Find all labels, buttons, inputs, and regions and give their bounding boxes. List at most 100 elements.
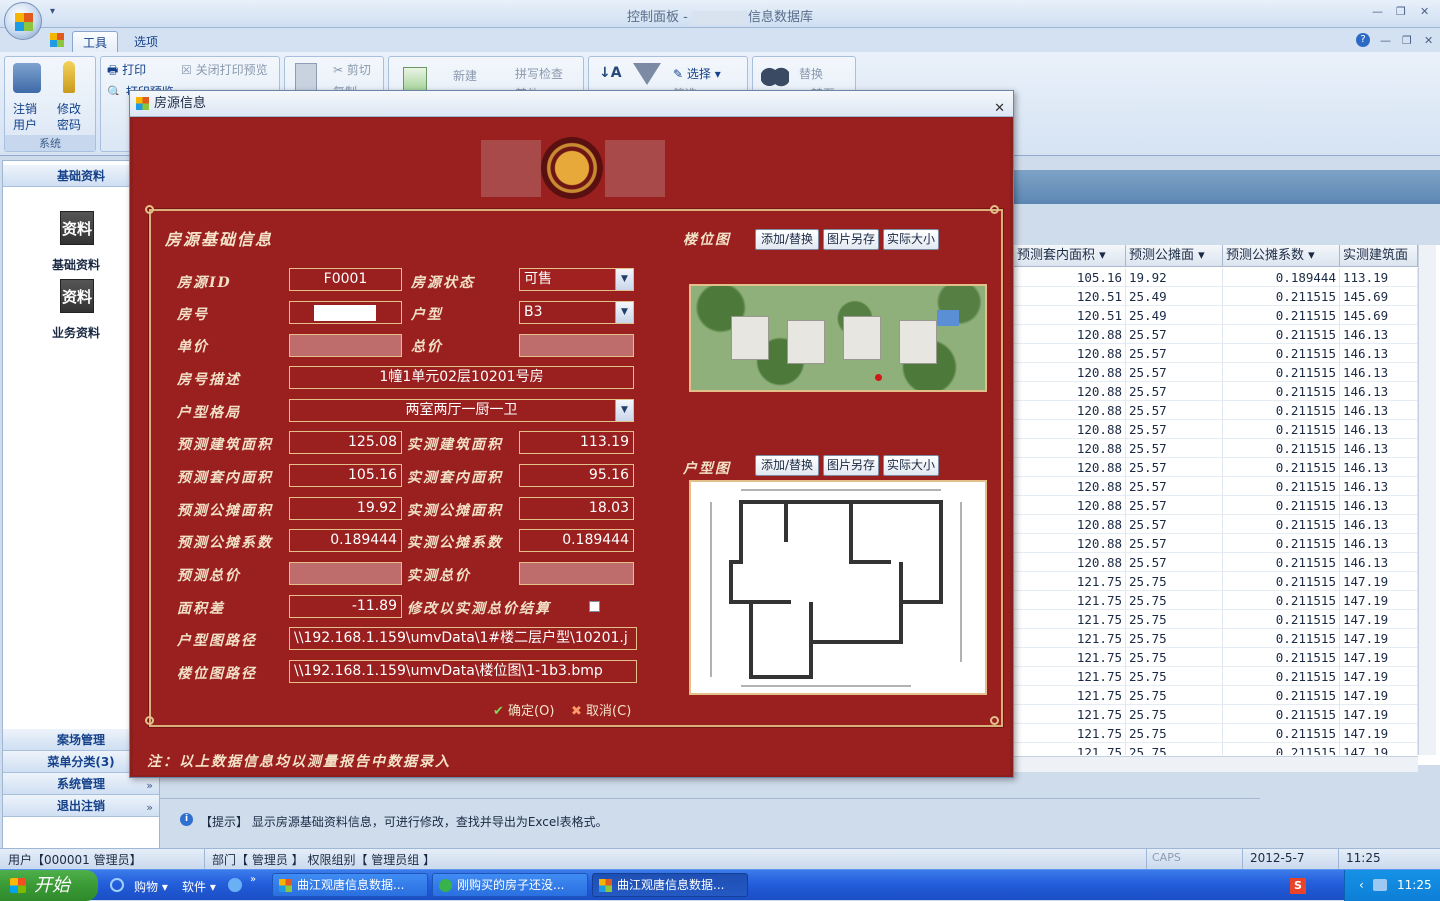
table-cell[interactable]: 0.211515	[1223, 553, 1340, 572]
floor-plan-add-button[interactable]: 添加/替换	[755, 455, 819, 476]
start-button[interactable]: 开始	[0, 870, 98, 901]
real-inner-area-field[interactable]: 95.16	[519, 464, 634, 487]
table-cell[interactable]: 146.13	[1340, 496, 1418, 515]
table-row[interactable]: 120.88 25.57 0.211515 146.13	[1014, 439, 1418, 458]
table-cell[interactable]: 25.57	[1126, 496, 1223, 515]
table-row[interactable]: 120.88 25.57 0.211515 146.13	[1014, 477, 1418, 496]
taskbar-task-active[interactable]: 曲江观唐信息数据...	[592, 873, 748, 897]
table-cell[interactable]: 0.211515	[1223, 458, 1340, 477]
real-share-area-field[interactable]: 18.03	[519, 497, 634, 520]
table-cell[interactable]: 146.13	[1340, 344, 1418, 363]
table-cell[interactable]: 25.57	[1126, 420, 1223, 439]
table-row[interactable]: 121.75 25.75 0.211515 147.19	[1014, 572, 1418, 591]
table-cell[interactable]: 0.211515	[1223, 610, 1340, 629]
table-cell[interactable]: 25.75	[1126, 724, 1223, 743]
binoculars-icon[interactable]	[761, 67, 789, 87]
table-row[interactable]: 120.88 25.57 0.211515 146.13	[1014, 325, 1418, 344]
table-cell[interactable]: 0.211515	[1223, 724, 1340, 743]
table-row[interactable]: 120.88 25.57 0.211515 146.13	[1014, 496, 1418, 515]
table-cell[interactable]: 25.75	[1126, 743, 1223, 755]
table-cell[interactable]: 120.88	[1014, 325, 1126, 344]
real-total-price-field[interactable]	[519, 562, 634, 585]
table-row[interactable]: 120.88 25.57 0.211515 146.13	[1014, 363, 1418, 382]
table-row[interactable]: 120.88 25.57 0.211515 146.13	[1014, 534, 1418, 553]
total-price-field[interactable]	[519, 334, 634, 357]
table-cell[interactable]: 25.57	[1126, 382, 1223, 401]
network-icon[interactable]	[1373, 879, 1387, 891]
taskbar-task[interactable]: 刚购买的房子还没...	[432, 873, 588, 897]
column-header[interactable]: 预测套内面积 ▾	[1014, 245, 1126, 267]
browser-icon[interactable]	[228, 878, 242, 892]
pred-share-coef-field[interactable]: 0.189444	[289, 529, 402, 552]
table-cell[interactable]: 120.88	[1014, 439, 1126, 458]
house-id-field[interactable]: F0001	[289, 268, 402, 291]
cancel-button[interactable]: ✖ 取消(C)	[571, 700, 631, 719]
table-cell[interactable]: 25.57	[1126, 458, 1223, 477]
inner-close-icon[interactable]: ✕	[1424, 34, 1433, 47]
pred-inner-area-field[interactable]: 105.16	[289, 464, 402, 487]
table-cell[interactable]: 147.19	[1340, 610, 1418, 629]
table-cell[interactable]: 0.211515	[1223, 591, 1340, 610]
table-row[interactable]: 120.88 25.57 0.211515 146.13	[1014, 553, 1418, 572]
table-row[interactable]: 121.75 25.75 0.211515 147.19	[1014, 648, 1418, 667]
table-cell[interactable]: 0.211515	[1223, 648, 1340, 667]
select-button[interactable]: ✎ 选择 ▾	[673, 65, 721, 82]
table-cell[interactable]: 146.13	[1340, 534, 1418, 553]
vertical-scrollbar[interactable]	[1418, 245, 1436, 755]
table-cell[interactable]: 147.19	[1340, 629, 1418, 648]
sort-icon[interactable]: ↓A	[599, 65, 622, 81]
tab-options[interactable]: 选项	[124, 31, 168, 52]
table-cell[interactable]: 25.57	[1126, 515, 1223, 534]
table-cell[interactable]: 147.19	[1340, 648, 1418, 667]
table-cell[interactable]: 0.211515	[1223, 534, 1340, 553]
table-cell[interactable]: 0.211515	[1223, 363, 1340, 382]
settle-by-real-checkbox[interactable]	[589, 601, 600, 612]
table-cell[interactable]: 147.19	[1340, 572, 1418, 591]
table-row[interactable]: 120.88 25.57 0.211515 146.13	[1014, 401, 1418, 420]
table-cell[interactable]: 25.75	[1126, 705, 1223, 724]
table-cell[interactable]: 121.75	[1014, 572, 1126, 591]
table-cell[interactable]: 121.75	[1014, 610, 1126, 629]
table-cell[interactable]: 120.88	[1014, 515, 1126, 534]
table-row[interactable]: 120.88 25.57 0.211515 146.13	[1014, 420, 1418, 439]
table-cell[interactable]: 25.57	[1126, 553, 1223, 572]
new-record-button[interactable]: 新建	[453, 67, 477, 84]
quick-launch-shopping[interactable]: 购物 ▾	[134, 878, 168, 895]
table-row[interactable]: 121.75 25.75 0.211515 147.19	[1014, 743, 1418, 755]
table-cell[interactable]: 121.75	[1014, 591, 1126, 610]
table-cell[interactable]: 146.13	[1340, 553, 1418, 572]
table-cell[interactable]: 0.211515	[1223, 344, 1340, 363]
table-cell[interactable]: 145.69	[1340, 306, 1418, 325]
cut-button[interactable]: ✂ 剪切	[333, 61, 371, 78]
table-row[interactable]: 120.88 25.57 0.211515 146.13	[1014, 458, 1418, 477]
table-cell[interactable]: 147.19	[1340, 743, 1418, 755]
nav-item-business-data[interactable]: 业务资料	[3, 324, 149, 341]
pred-share-area-field[interactable]: 19.92	[289, 497, 402, 520]
table-cell[interactable]: 0.211515	[1223, 496, 1340, 515]
table-cell[interactable]: 145.69	[1340, 287, 1418, 306]
unit-price-field[interactable]	[289, 334, 402, 357]
table-cell[interactable]: 0.211515	[1223, 743, 1340, 755]
table-row[interactable]: 120.88 25.57 0.211515 146.13	[1014, 515, 1418, 534]
table-row[interactable]: 121.75 25.75 0.211515 147.19	[1014, 667, 1418, 686]
horizontal-scrollbar[interactable]	[1014, 756, 1418, 772]
table-cell[interactable]: 0.211515	[1223, 477, 1340, 496]
table-cell[interactable]: 25.75	[1126, 572, 1223, 591]
table-cell[interactable]: 0.211515	[1223, 401, 1340, 420]
table-cell[interactable]: 120.88	[1014, 477, 1126, 496]
table-cell[interactable]: 0.211515	[1223, 325, 1340, 344]
table-cell[interactable]: 147.19	[1340, 686, 1418, 705]
column-header[interactable]: 预测公摊系数 ▾	[1223, 245, 1340, 267]
room-desc-field[interactable]: 1幢1单元02层10201号房	[289, 366, 634, 389]
table-cell[interactable]: 25.57	[1126, 344, 1223, 363]
area-diff-field[interactable]: -11.89	[289, 595, 402, 618]
table-cell[interactable]: 146.13	[1340, 439, 1418, 458]
table-cell[interactable]: 121.75	[1014, 724, 1126, 743]
table-cell[interactable]: 120.88	[1014, 534, 1126, 553]
table-cell[interactable]: 146.13	[1340, 363, 1418, 382]
column-header[interactable]: 预测公摊面 ▾	[1126, 245, 1223, 267]
table-cell[interactable]: 121.75	[1014, 629, 1126, 648]
table-cell[interactable]: 0.211515	[1223, 629, 1340, 648]
table-row[interactable]: 121.75 25.75 0.211515 147.19	[1014, 724, 1418, 743]
table-cell[interactable]: 120.88	[1014, 553, 1126, 572]
